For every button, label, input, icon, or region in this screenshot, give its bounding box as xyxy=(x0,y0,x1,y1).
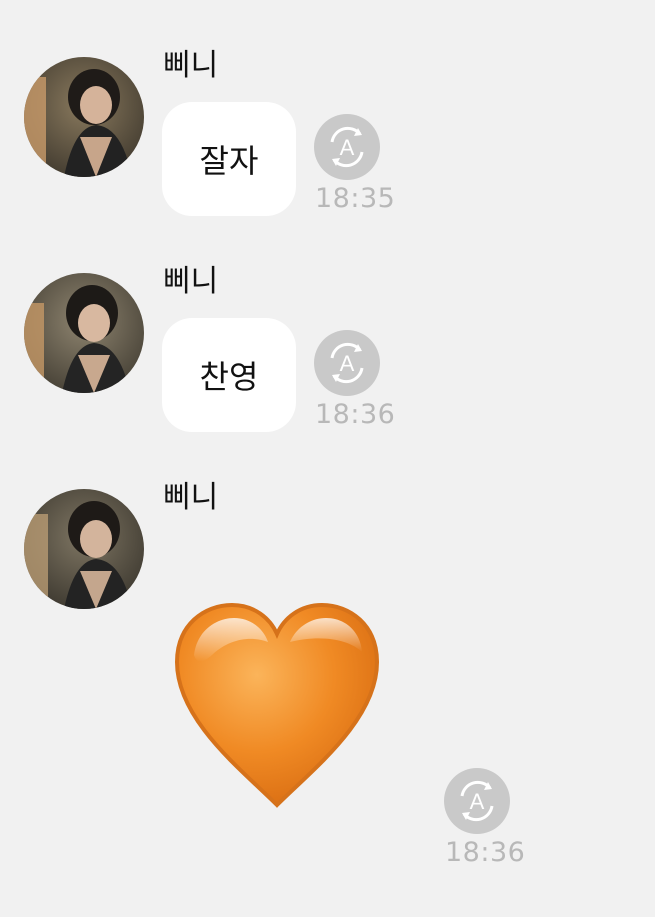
auto-translate-icon[interactable]: A xyxy=(314,114,380,180)
message-bubble[interactable]: 찬영 xyxy=(162,318,296,432)
sender-name: 삐니 xyxy=(163,264,219,299)
avatar[interactable] xyxy=(24,489,144,609)
avatar[interactable] xyxy=(24,273,144,393)
sender-name: 삐니 xyxy=(163,48,219,83)
avatar[interactable] xyxy=(24,57,144,177)
svg-text:A: A xyxy=(340,135,355,160)
timestamp: 18:36 xyxy=(315,399,396,430)
timestamp: 18:35 xyxy=(315,183,396,214)
message-bubble[interactable]: 잘자 xyxy=(162,102,296,216)
auto-translate-icon[interactable]: A xyxy=(314,330,380,396)
timestamp: 18:36 xyxy=(445,837,526,868)
svg-text:A: A xyxy=(340,351,355,376)
svg-text:A: A xyxy=(470,789,485,814)
orange-heart-emoji[interactable] xyxy=(172,600,382,810)
sender-name: 삐니 xyxy=(163,480,219,515)
auto-translate-icon[interactable]: A xyxy=(444,768,510,834)
